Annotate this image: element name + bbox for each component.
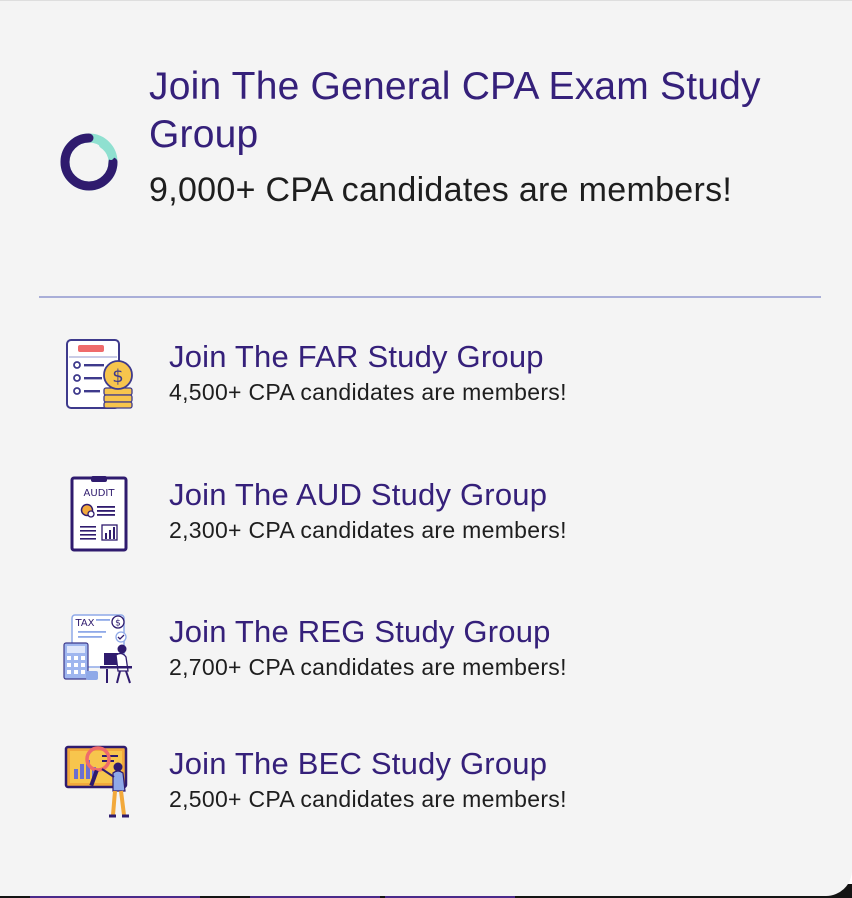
reg-study-group-link[interactable]: TAX $ Join The REG Study Group 2,700+ CP… bbox=[60, 613, 760, 703]
general-cpa-study-group-text: Join The General CPA Exam Study Group 9,… bbox=[149, 63, 769, 217]
financial-document-icon: $ bbox=[66, 339, 133, 409]
section-divider bbox=[39, 296, 821, 298]
tax-icon-label: TAX bbox=[74, 618, 94, 629]
aud-group-member-count: 2,300+ CPA candidates are members! bbox=[169, 517, 567, 543]
business-analysis-icon bbox=[64, 745, 129, 818]
aud-study-group-link[interactable]: AUDIT Join The AUD Study Group 2,300+ CP… bbox=[60, 476, 760, 566]
tax-desk-icon: TAX $ bbox=[63, 614, 132, 684]
far-group-member-count: 4,500+ CPA candidates are members! bbox=[169, 379, 567, 405]
aud-group-title: Join The AUD Study Group bbox=[169, 477, 548, 512]
reg-group-title: Join The REG Study Group bbox=[169, 614, 551, 649]
general-group-member-count: 9,000+ CPA candidates are members! bbox=[149, 171, 733, 209]
far-study-group-link[interactable]: $ Join The FAR Study Group 4,500+ CPA ca… bbox=[60, 338, 760, 428]
audit-icon-label: AUDIT bbox=[84, 488, 116, 499]
reg-group-member-count: 2,700+ CPA candidates are members! bbox=[169, 654, 567, 680]
far-group-title: Join The FAR Study Group bbox=[169, 339, 544, 374]
svg-text:$: $ bbox=[115, 619, 121, 629]
study-groups-card: Join The General CPA Exam Study Group 9,… bbox=[0, 0, 852, 896]
bec-group-title: Join The BEC Study Group bbox=[169, 746, 548, 781]
bec-study-group-link[interactable]: Join The BEC Study Group 2,500+ CPA cand… bbox=[60, 745, 760, 835]
bec-group-member-count: 2,500+ CPA candidates are members! bbox=[169, 786, 567, 812]
audit-clipboard-icon: AUDIT bbox=[70, 476, 128, 552]
svg-text:$: $ bbox=[112, 366, 123, 387]
general-group-title: Join The General CPA Exam Study Group bbox=[149, 65, 761, 156]
ring-logo-icon bbox=[60, 133, 118, 191]
page: Join The General CPA Exam Study Group 9,… bbox=[0, 0, 852, 898]
